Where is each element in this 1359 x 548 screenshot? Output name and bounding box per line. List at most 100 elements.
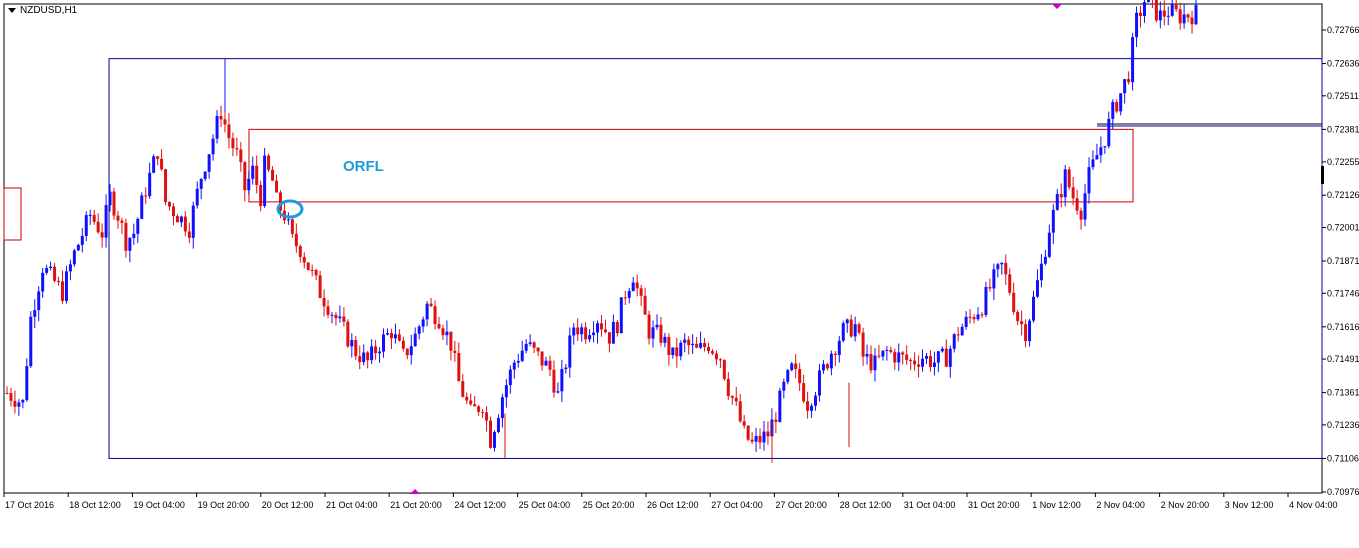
candle-body: [489, 420, 493, 448]
candle-body: [1154, 0, 1158, 21]
candle-body: [631, 282, 635, 292]
candle-body: [183, 216, 187, 232]
candle-body: [215, 116, 219, 139]
candle-body: [679, 342, 683, 357]
y-tick-label: 0.71746: [1327, 288, 1359, 298]
candle-body: [508, 369, 512, 386]
candle-body: [588, 335, 592, 340]
y-tick-label: 0.71871: [1327, 256, 1359, 266]
candle-body: [1083, 193, 1087, 220]
candle-body: [988, 287, 992, 289]
candle-body: [477, 406, 481, 412]
candle-body: [195, 188, 199, 206]
candle-body: [231, 138, 235, 149]
candle-body: [1095, 155, 1099, 160]
plot-frame: [3, 3, 1323, 494]
candle-body: [762, 431, 766, 443]
candle-body: [651, 327, 655, 339]
candle-body: [500, 397, 504, 419]
candle-body: [984, 287, 988, 315]
candle-body: [774, 419, 778, 422]
candle-body: [619, 297, 623, 334]
y-tick-label: 0.71491: [1327, 354, 1359, 364]
symbol-label[interactable]: NZDUSD,H1: [8, 5, 77, 16]
candle-body: [72, 250, 76, 265]
candle-body: [968, 316, 972, 318]
candle-body: [397, 334, 401, 341]
y-tick-label: 0.70976: [1327, 487, 1359, 497]
candle-body: [707, 347, 711, 352]
candle-body: [433, 306, 437, 325]
candle-body: [758, 435, 762, 443]
candle-body: [841, 323, 845, 341]
candle-body: [1024, 324, 1028, 342]
x-tick-label: 1 Nov 12:00: [1032, 500, 1081, 510]
candle-body: [187, 231, 191, 238]
candle-body: [564, 367, 568, 370]
candle-body: [362, 352, 366, 363]
candle-body: [243, 162, 247, 191]
candle-body: [263, 155, 267, 206]
candle-body: [849, 319, 853, 337]
candle-body: [726, 378, 730, 397]
candle-body: [60, 281, 64, 301]
candle-body: [528, 342, 532, 344]
symbol-text: NZDUSD,H1: [20, 5, 78, 16]
x-tick-label: 3 Nov 12:00: [1225, 500, 1274, 510]
chart-window[interactable]: 0.72766 0.72636 0.72511 0.72381 0.72255 0.721…: [0, 0, 1359, 548]
price-chart[interactable]: 0.72766 0.72636 0.72511 0.72381 0.72255 0.721…: [0, 0, 1359, 548]
candle-body: [952, 334, 956, 349]
candle-body: [655, 324, 659, 328]
candle-body: [829, 353, 833, 369]
candle-body: [33, 310, 37, 317]
candle-body: [84, 215, 88, 236]
candle-body: [310, 269, 314, 271]
candle-body: [108, 191, 112, 206]
candle-body: [120, 220, 124, 223]
candle-body: [393, 334, 397, 339]
candle-body: [944, 348, 948, 367]
candle-body: [584, 327, 588, 340]
candle-body: [1079, 210, 1083, 220]
candle-body: [524, 343, 528, 351]
candle-body: [207, 154, 211, 172]
candle-body: [1146, 0, 1150, 3]
range-box[interactable]: [108, 58, 1323, 459]
candle-body: [806, 401, 810, 411]
candle-body: [219, 116, 223, 120]
y-tick-label: 0.72001: [1327, 222, 1359, 232]
candle-body: [881, 350, 885, 357]
x-tick-label: 26 Oct 12:00: [647, 500, 699, 510]
candle-body: [88, 214, 92, 216]
candle-body: [687, 339, 691, 346]
candle-body: [1170, 3, 1174, 16]
candle-body: [457, 352, 461, 382]
candle-body: [865, 353, 869, 357]
candle-body: [100, 232, 104, 238]
x-tick-label: 25 Oct 04:00: [519, 500, 571, 510]
candle-body: [948, 348, 952, 367]
left-edge-zone[interactable]: [3, 187, 22, 241]
candle-body: [37, 291, 41, 311]
candle-body: [124, 222, 128, 251]
candle-body: [326, 306, 330, 315]
candle-body: [1063, 169, 1067, 198]
candle-body: [1131, 37, 1135, 83]
candle-body: [259, 184, 263, 206]
x-tick-label: 21 Oct 20:00: [390, 500, 442, 510]
candle-body: [940, 348, 944, 352]
period-marker-top: [1052, 4, 1062, 9]
candle-body: [671, 347, 675, 356]
candle-body: [29, 316, 33, 367]
candle-body: [1071, 187, 1075, 199]
candle-body: [738, 401, 742, 422]
candle-body: [1008, 274, 1012, 293]
candle-body: [643, 295, 647, 315]
candle-body: [449, 331, 453, 351]
dropdown-arrow-icon[interactable]: [8, 8, 16, 13]
candle-body: [552, 369, 556, 393]
candle-body: [504, 385, 508, 398]
candle-body: [255, 165, 259, 185]
candle-body: [358, 356, 362, 363]
candle-body: [532, 342, 536, 348]
